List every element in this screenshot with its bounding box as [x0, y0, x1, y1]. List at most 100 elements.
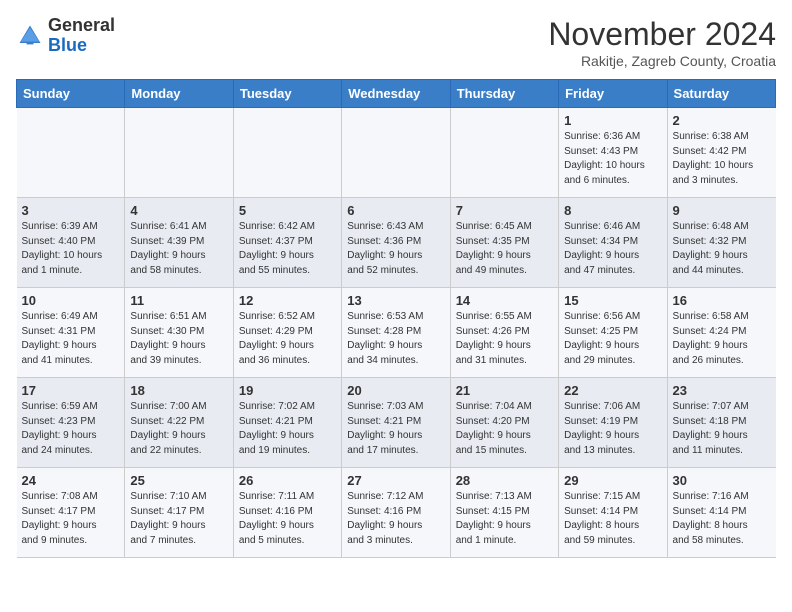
day-number: 5 [239, 203, 336, 218]
day-cell: 23 Sunrise: 7:07 AMSunset: 4:18 PMDayligh… [667, 378, 775, 468]
day-info: Sunrise: 6:42 AMSunset: 4:37 PMDaylight:… [239, 220, 336, 278]
day-info: Sunrise: 7:03 AMSunset: 4:21 PMDaylight:… [347, 400, 444, 458]
day-info: Sunrise: 6:53 AMSunset: 4:28 PMDaylight:… [347, 310, 444, 368]
day-cell: 16 Sunrise: 6:58 AMSunset: 4:24 PMDayligh… [667, 288, 775, 378]
day-info: Sunrise: 6:43 AMSunset: 4:36 PMDaylight:… [347, 220, 444, 278]
week-row-1: 1 Sunrise: 6:36 AMSunset: 4:43 PMDaylight… [17, 108, 776, 198]
day-number: 9 [673, 203, 771, 218]
day-cell: 24Sunrise: 7:08 AMSunset: 4:17 PMDayligh… [17, 468, 125, 558]
logo-general: General [48, 15, 115, 35]
day-number: 16 [673, 293, 771, 308]
day-info: Sunrise: 6:51 AMSunset: 4:30 PMDaylight:… [130, 310, 227, 368]
subtitle: Rakitje, Zagreb County, Croatia [548, 53, 776, 69]
day-info: Sunrise: 6:36 AMSunset: 4:43 PMDaylight:… [564, 130, 661, 188]
day-number: 24 [22, 473, 120, 488]
day-cell: 10 Sunrise: 6:49 AMSunset: 4:31 PMDayligh… [17, 288, 125, 378]
day-info: Sunrise: 6:45 AMSunset: 4:35 PMDaylight:… [456, 220, 553, 278]
col-header-wednesday: Wednesday [342, 80, 450, 108]
day-cell: 12 Sunrise: 6:52 AMSunset: 4:29 PMDayligh… [233, 288, 341, 378]
week-row-2: 3 Sunrise: 6:39 AMSunset: 4:40 PMDaylight… [17, 198, 776, 288]
day-info: Sunrise: 7:15 AMSunset: 4:14 PMDaylight:… [564, 490, 661, 548]
day-info: Sunrise: 6:38 AMSunset: 4:42 PMDaylight:… [673, 130, 771, 188]
day-info: Sunrise: 6:46 AMSunset: 4:34 PMDaylight:… [564, 220, 661, 278]
logo-icon [16, 22, 44, 50]
day-cell: 27 Sunrise: 7:12 AMSunset: 4:16 PMDayligh… [342, 468, 450, 558]
day-number: 8 [564, 203, 661, 218]
day-number: 22 [564, 383, 661, 398]
col-header-tuesday: Tuesday [233, 80, 341, 108]
day-cell: 15 Sunrise: 6:56 AMSunset: 4:25 PMDayligh… [559, 288, 667, 378]
day-number: 18 [130, 383, 227, 398]
day-info: Sunrise: 6:55 AMSunset: 4:26 PMDaylight:… [456, 310, 553, 368]
col-header-saturday: Saturday [667, 80, 775, 108]
day-cell: 1 Sunrise: 6:36 AMSunset: 4:43 PMDaylight… [559, 108, 667, 198]
day-cell: 28Sunrise: 7:13 AMSunset: 4:15 PMDayligh… [450, 468, 558, 558]
day-cell: 3 Sunrise: 6:39 AMSunset: 4:40 PMDaylight… [17, 198, 125, 288]
day-info: Sunrise: 6:56 AMSunset: 4:25 PMDaylight:… [564, 310, 661, 368]
day-number: 29 [564, 473, 661, 488]
col-header-sunday: Sunday [17, 80, 125, 108]
day-cell: 11 Sunrise: 6:51 AMSunset: 4:30 PMDayligh… [125, 288, 233, 378]
day-number: 27 [347, 473, 444, 488]
day-cell: 20 Sunrise: 7:03 AMSunset: 4:21 PMDayligh… [342, 378, 450, 468]
day-number: 20 [347, 383, 444, 398]
day-number: 12 [239, 293, 336, 308]
day-cell [233, 108, 341, 198]
day-number: 13 [347, 293, 444, 308]
day-cell: 26 Sunrise: 7:11 AMSunset: 4:16 PMDayligh… [233, 468, 341, 558]
day-cell: 29 Sunrise: 7:15 AMSunset: 4:14 PMDayligh… [559, 468, 667, 558]
day-number: 30 [673, 473, 771, 488]
day-cell: 25 Sunrise: 7:10 AMSunset: 4:17 PMDayligh… [125, 468, 233, 558]
day-number: 2 [673, 113, 771, 128]
day-cell: 13 Sunrise: 6:53 AMSunset: 4:28 PMDayligh… [342, 288, 450, 378]
day-info: Sunrise: 7:00 AMSunset: 4:22 PMDaylight:… [130, 400, 227, 458]
day-info: Sunrise: 6:58 AMSunset: 4:24 PMDaylight:… [673, 310, 771, 368]
col-header-friday: Friday [559, 80, 667, 108]
week-row-5: 24Sunrise: 7:08 AMSunset: 4:17 PMDayligh… [17, 468, 776, 558]
day-number: 17 [22, 383, 120, 398]
day-number: 15 [564, 293, 661, 308]
day-number: 11 [130, 293, 227, 308]
day-cell: 9 Sunrise: 6:48 AMSunset: 4:32 PMDaylight… [667, 198, 775, 288]
day-number: 14 [456, 293, 553, 308]
day-info: Sunrise: 7:06 AMSunset: 4:19 PMDaylight:… [564, 400, 661, 458]
day-info: Sunrise: 7:02 AMSunset: 4:21 PMDaylight:… [239, 400, 336, 458]
day-number: 1 [564, 113, 661, 128]
day-cell: 22 Sunrise: 7:06 AMSunset: 4:19 PMDayligh… [559, 378, 667, 468]
calendar-table: SundayMondayTuesdayWednesdayThursdayFrid… [16, 79, 776, 558]
day-info: Sunrise: 7:11 AMSunset: 4:16 PMDaylight:… [239, 490, 336, 548]
day-cell: 5 Sunrise: 6:42 AMSunset: 4:37 PMDaylight… [233, 198, 341, 288]
day-info: Sunrise: 6:49 AMSunset: 4:31 PMDaylight:… [22, 310, 120, 368]
day-cell [17, 108, 125, 198]
day-number: 23 [673, 383, 771, 398]
day-info: Sunrise: 6:52 AMSunset: 4:29 PMDaylight:… [239, 310, 336, 368]
day-cell: 7 Sunrise: 6:45 AMSunset: 4:35 PMDaylight… [450, 198, 558, 288]
day-number: 26 [239, 473, 336, 488]
day-info: Sunrise: 6:48 AMSunset: 4:32 PMDaylight:… [673, 220, 771, 278]
day-info: Sunrise: 6:39 AMSunset: 4:40 PMDaylight:… [22, 220, 120, 278]
day-info: Sunrise: 6:41 AMSunset: 4:39 PMDaylight:… [130, 220, 227, 278]
day-info: Sunrise: 7:10 AMSunset: 4:17 PMDaylight:… [130, 490, 227, 548]
day-cell: 17 Sunrise: 6:59 AMSunset: 4:23 PMDayligh… [17, 378, 125, 468]
day-info: Sunrise: 7:07 AMSunset: 4:18 PMDaylight:… [673, 400, 771, 458]
week-row-4: 17 Sunrise: 6:59 AMSunset: 4:23 PMDayligh… [17, 378, 776, 468]
day-number: 25 [130, 473, 227, 488]
day-info: Sunrise: 7:12 AMSunset: 4:16 PMDaylight:… [347, 490, 444, 548]
col-header-monday: Monday [125, 80, 233, 108]
page-container: General Blue November 2024 Rakitje, Zagr… [0, 0, 792, 566]
logo-text: General Blue [48, 16, 115, 56]
day-number: 4 [130, 203, 227, 218]
day-cell: 6 Sunrise: 6:43 AMSunset: 4:36 PMDaylight… [342, 198, 450, 288]
day-info: Sunrise: 7:16 AMSunset: 4:14 PMDaylight:… [673, 490, 771, 548]
day-number: 10 [22, 293, 120, 308]
day-number: 3 [22, 203, 120, 218]
logo: General Blue [16, 16, 115, 56]
col-header-thursday: Thursday [450, 80, 558, 108]
day-number: 6 [347, 203, 444, 218]
day-number: 28 [456, 473, 553, 488]
day-cell: 19Sunrise: 7:02 AMSunset: 4:21 PMDayligh… [233, 378, 341, 468]
day-cell [450, 108, 558, 198]
day-info: Sunrise: 6:59 AMSunset: 4:23 PMDaylight:… [22, 400, 120, 458]
header: General Blue November 2024 Rakitje, Zagr… [16, 16, 776, 69]
day-number: 7 [456, 203, 553, 218]
